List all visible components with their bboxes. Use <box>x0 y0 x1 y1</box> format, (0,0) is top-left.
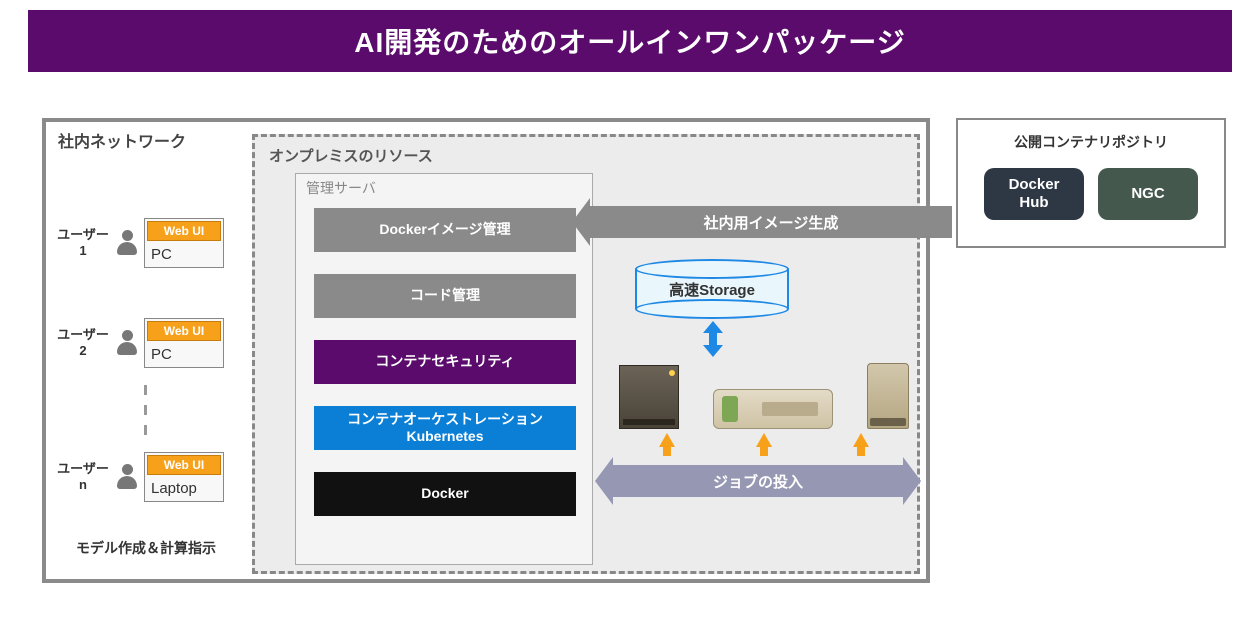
stack-kubernetes: コンテナオーケストレーションKubernetes <box>314 406 576 450</box>
stack-docker: Docker <box>314 472 576 516</box>
stack-code-mgmt: コード管理 <box>314 274 576 318</box>
device-box: Web UI PC <box>144 318 224 368</box>
job-submit-arrow: ジョブの投入 <box>613 465 903 497</box>
web-ui-tag: Web UI <box>147 321 221 341</box>
management-server-box: 管理サーバ Dockerイメージ管理 コード管理 コンテナセキュリティ コンテナ… <box>295 173 593 565</box>
device-box: Web UI Laptop <box>144 452 224 502</box>
arrow-up-icon <box>659 433 675 447</box>
ngc-chip: NGC <box>1098 168 1198 220</box>
stack-docker-image-mgmt: Dockerイメージ管理 <box>314 208 576 252</box>
double-arrow-vertical-icon <box>703 321 723 357</box>
docker-hub-chip: DockerHub <box>984 168 1084 220</box>
user-row: ユーザー2 Web UI PC <box>56 318 224 368</box>
web-ui-tag: Web UI <box>147 221 221 241</box>
user-label: ユーザー1 <box>56 227 110 258</box>
job-submit-label: ジョブの投入 <box>713 471 803 492</box>
internal-network-label: 社内ネットワーク <box>58 128 186 152</box>
page-title: AI開発のためのオールインワンパッケージ <box>28 10 1232 72</box>
user-row: ユーザー1 Web UI PC <box>56 218 224 268</box>
device-name: Laptop <box>145 477 223 501</box>
arrow-up-icon <box>756 433 772 447</box>
stack-container-security: コンテナセキュリティ <box>314 340 576 384</box>
web-ui-tag: Web UI <box>147 455 221 475</box>
user-row: ユーザーn Web UI Laptop <box>56 452 224 502</box>
storage-label: 高速Storage <box>635 279 789 300</box>
internal-network-box: 社内ネットワーク ユーザー1 Web UI PC ユーザー2 Web UI PC… <box>42 118 930 583</box>
server-icon <box>867 363 909 429</box>
person-icon <box>116 464 138 490</box>
image-generation-label: 社内用イメージ生成 <box>704 212 839 233</box>
public-repo-title: 公開コンテナリポジトリ <box>958 132 1224 152</box>
arrow-up-icon <box>853 433 869 447</box>
server-icon <box>619 365 679 429</box>
device-box: Web UI PC <box>144 218 224 268</box>
person-icon <box>116 230 138 256</box>
ellipsis-icon <box>142 380 148 440</box>
storage-cylinder: 高速Storage <box>635 261 789 317</box>
server-icon <box>713 389 833 429</box>
compute-servers <box>619 355 909 429</box>
device-name: PC <box>145 343 223 367</box>
device-name: PC <box>145 243 223 267</box>
management-stack: Dockerイメージ管理 コード管理 コンテナセキュリティ コンテナオーケストレ… <box>314 208 576 516</box>
user-label: ユーザーn <box>56 461 110 492</box>
on-premise-label: オンプレミスのリソース <box>269 145 433 166</box>
image-generation-arrow: 社内用イメージ生成 <box>590 206 952 238</box>
users-caption: モデル作成＆計算指示 <box>76 538 216 558</box>
person-icon <box>116 330 138 356</box>
management-server-label: 管理サーバ <box>306 178 376 198</box>
job-arrows-group <box>619 433 909 447</box>
user-label: ユーザー2 <box>56 327 110 358</box>
public-repo-box: 公開コンテナリポジトリ DockerHub NGC <box>956 118 1226 248</box>
